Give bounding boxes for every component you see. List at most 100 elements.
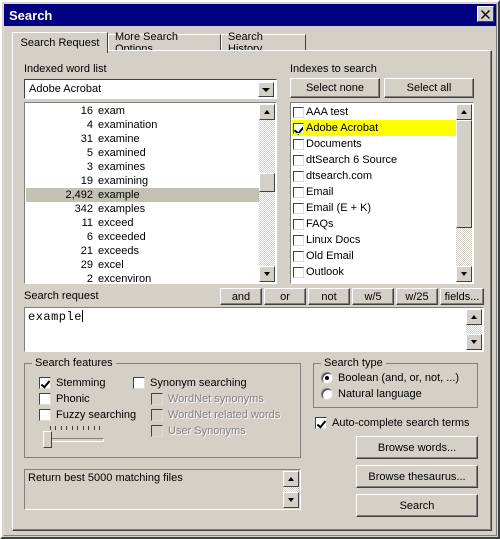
checkbox-label: Auto-complete search terms [332, 417, 470, 429]
title-bar: Search [4, 4, 496, 26]
word-count: 11 [81, 217, 93, 229]
scroll-up-icon[interactable] [456, 104, 472, 120]
index-checkbox[interactable] [293, 218, 304, 230]
scroll-down-icon[interactable] [456, 266, 472, 282]
index-list-item[interactable]: AAA test [292, 104, 456, 120]
operator-or-button[interactable]: or [264, 288, 306, 305]
scroll-thumb[interactable] [456, 120, 472, 228]
indexed-word-list[interactable]: 16 exam 4 examination 31 examine 5 examined 3 exa… [24, 102, 277, 284]
select-all-button[interactable]: Select all [384, 78, 474, 98]
scroll-up-icon[interactable] [283, 471, 299, 487]
button-label: Browse thesaurus... [368, 470, 466, 483]
indexes-list[interactable]: AAA test Adobe Acrobat Documents dtSearch 6… [290, 102, 474, 284]
tab-more-search-options[interactable]: More Search Options [108, 31, 221, 55]
word-list-item[interactable]: 2 excenviron [26, 272, 259, 283]
index-checkbox[interactable] [293, 234, 304, 246]
index-label: Old Email [306, 250, 354, 262]
auto-complete-checkbox[interactable]: Auto-complete search terms [315, 417, 470, 429]
index-list-item[interactable]: Linux Docs [292, 232, 456, 248]
index-select-combo[interactable]: Adobe Acrobat [24, 79, 277, 99]
operator-and-button[interactable]: and [220, 288, 262, 305]
index-checkbox[interactable] [293, 122, 304, 134]
word-list-item[interactable]: 31 examine [26, 132, 259, 146]
operator-w5-button[interactable]: w/5 [352, 288, 394, 305]
phonic-checkbox[interactable]: Phonic [39, 393, 90, 405]
radio-label: Boolean (and, or, not, ...) [338, 372, 460, 384]
scroll-down-icon[interactable] [259, 266, 275, 282]
word-list-item[interactable]: 2,492 example [26, 188, 259, 202]
index-checkbox[interactable] [293, 106, 304, 118]
index-list-item[interactable]: dtsearch.com [292, 168, 456, 184]
index-list-item[interactable]: FAQs [292, 216, 456, 232]
word-text: examining [98, 175, 149, 187]
index-label: dtsearch.com [306, 170, 373, 182]
scroll-down-icon[interactable] [466, 334, 482, 350]
word-count: 4 [86, 119, 93, 131]
index-checkbox[interactable] [293, 202, 304, 214]
scroll-thumb[interactable] [259, 173, 275, 192]
search-request-scrollbar[interactable] [466, 309, 482, 350]
index-list-item[interactable]: dtSearch 6 Source [292, 152, 456, 168]
word-list-item[interactable]: 342 examples [26, 202, 259, 216]
index-list-item[interactable]: Old Email [292, 248, 456, 264]
chevron-down-icon[interactable] [258, 82, 274, 97]
scroll-up-icon[interactable] [466, 309, 482, 325]
tab-search-request[interactable]: Search Request [12, 32, 108, 53]
word-text: examines [98, 161, 146, 173]
search-type-boolean-radio[interactable]: Boolean (and, or, not, ...) [321, 372, 459, 384]
index-checkbox[interactable] [293, 250, 304, 262]
search-request-input[interactable]: example [24, 307, 484, 352]
index-checkbox[interactable] [293, 138, 304, 150]
word-list-item[interactable]: 16 exam [26, 104, 259, 118]
word-count: 31 [80, 133, 93, 145]
search-type-natural-radio[interactable]: Natural language [321, 388, 422, 400]
word-list-item[interactable]: 19 examining [26, 174, 259, 188]
word-list-item[interactable]: 4 examination [26, 118, 259, 132]
index-label: Email [306, 186, 334, 198]
word-text: exceeded [98, 231, 146, 243]
index-list-item[interactable]: Outlook [292, 264, 456, 280]
tab-search-history[interactable]: Search History [221, 31, 306, 55]
word-list-item[interactable]: 6 exceeded [26, 230, 259, 244]
index-list-item[interactable]: Email (E + K) [292, 200, 456, 216]
browse-words-button[interactable]: Browse words... [356, 436, 478, 459]
word-list-item[interactable]: 21 exceeds [26, 244, 259, 258]
synonym-searching-checkbox[interactable]: Synonym searching [133, 377, 247, 389]
word-list-item[interactable]: 3 examines [26, 160, 259, 174]
word-list-item[interactable]: 11 exceed [26, 216, 259, 230]
word-list-item[interactable]: 5 examined [26, 146, 259, 160]
close-x-glyph [481, 9, 490, 19]
stemming-checkbox[interactable]: Stemming [39, 377, 106, 389]
index-checkbox[interactable] [293, 266, 304, 278]
button-label: and [231, 290, 251, 303]
operator-w25-button[interactable]: w/25 [396, 288, 438, 305]
word-count: 16 [80, 105, 93, 117]
word-text: examine [98, 133, 140, 145]
browse-thesaurus-button[interactable]: Browse thesaurus... [356, 465, 478, 488]
search-button[interactable]: Search [356, 494, 478, 517]
index-checkbox[interactable] [293, 186, 304, 198]
scroll-up-icon[interactable] [259, 104, 275, 120]
button-label: Search [399, 499, 435, 512]
index-checkbox[interactable] [293, 170, 304, 182]
status-scrollbar[interactable] [283, 471, 299, 508]
index-list-item[interactable]: Adobe Acrobat [292, 120, 456, 136]
fields-button[interactable]: fields... [440, 288, 484, 305]
close-icon[interactable] [477, 6, 494, 22]
fuzzy-level-slider[interactable] [43, 431, 52, 448]
word-text: exceeds [98, 245, 139, 257]
fuzzy-searching-checkbox[interactable]: Fuzzy searching [39, 409, 136, 421]
word-list-scrollbar[interactable] [259, 104, 275, 282]
select-none-button[interactable]: Select none [290, 78, 380, 98]
status-box[interactable]: Return best 5000 matching files [24, 469, 301, 510]
index-list-item[interactable]: Documents [292, 136, 456, 152]
button-label: not [321, 290, 337, 303]
index-list-item[interactable]: Email [292, 184, 456, 200]
indexes-scrollbar[interactable] [456, 104, 472, 282]
fuzzy-level-track[interactable] [47, 438, 104, 442]
scroll-down-icon[interactable] [283, 492, 299, 508]
index-checkbox[interactable] [293, 154, 304, 166]
word-list-rows: 16 exam 4 examination 31 examine 5 examined 3 exa… [26, 104, 259, 283]
operator-not-button[interactable]: not [308, 288, 350, 305]
word-list-item[interactable]: 29 excel [26, 258, 259, 272]
